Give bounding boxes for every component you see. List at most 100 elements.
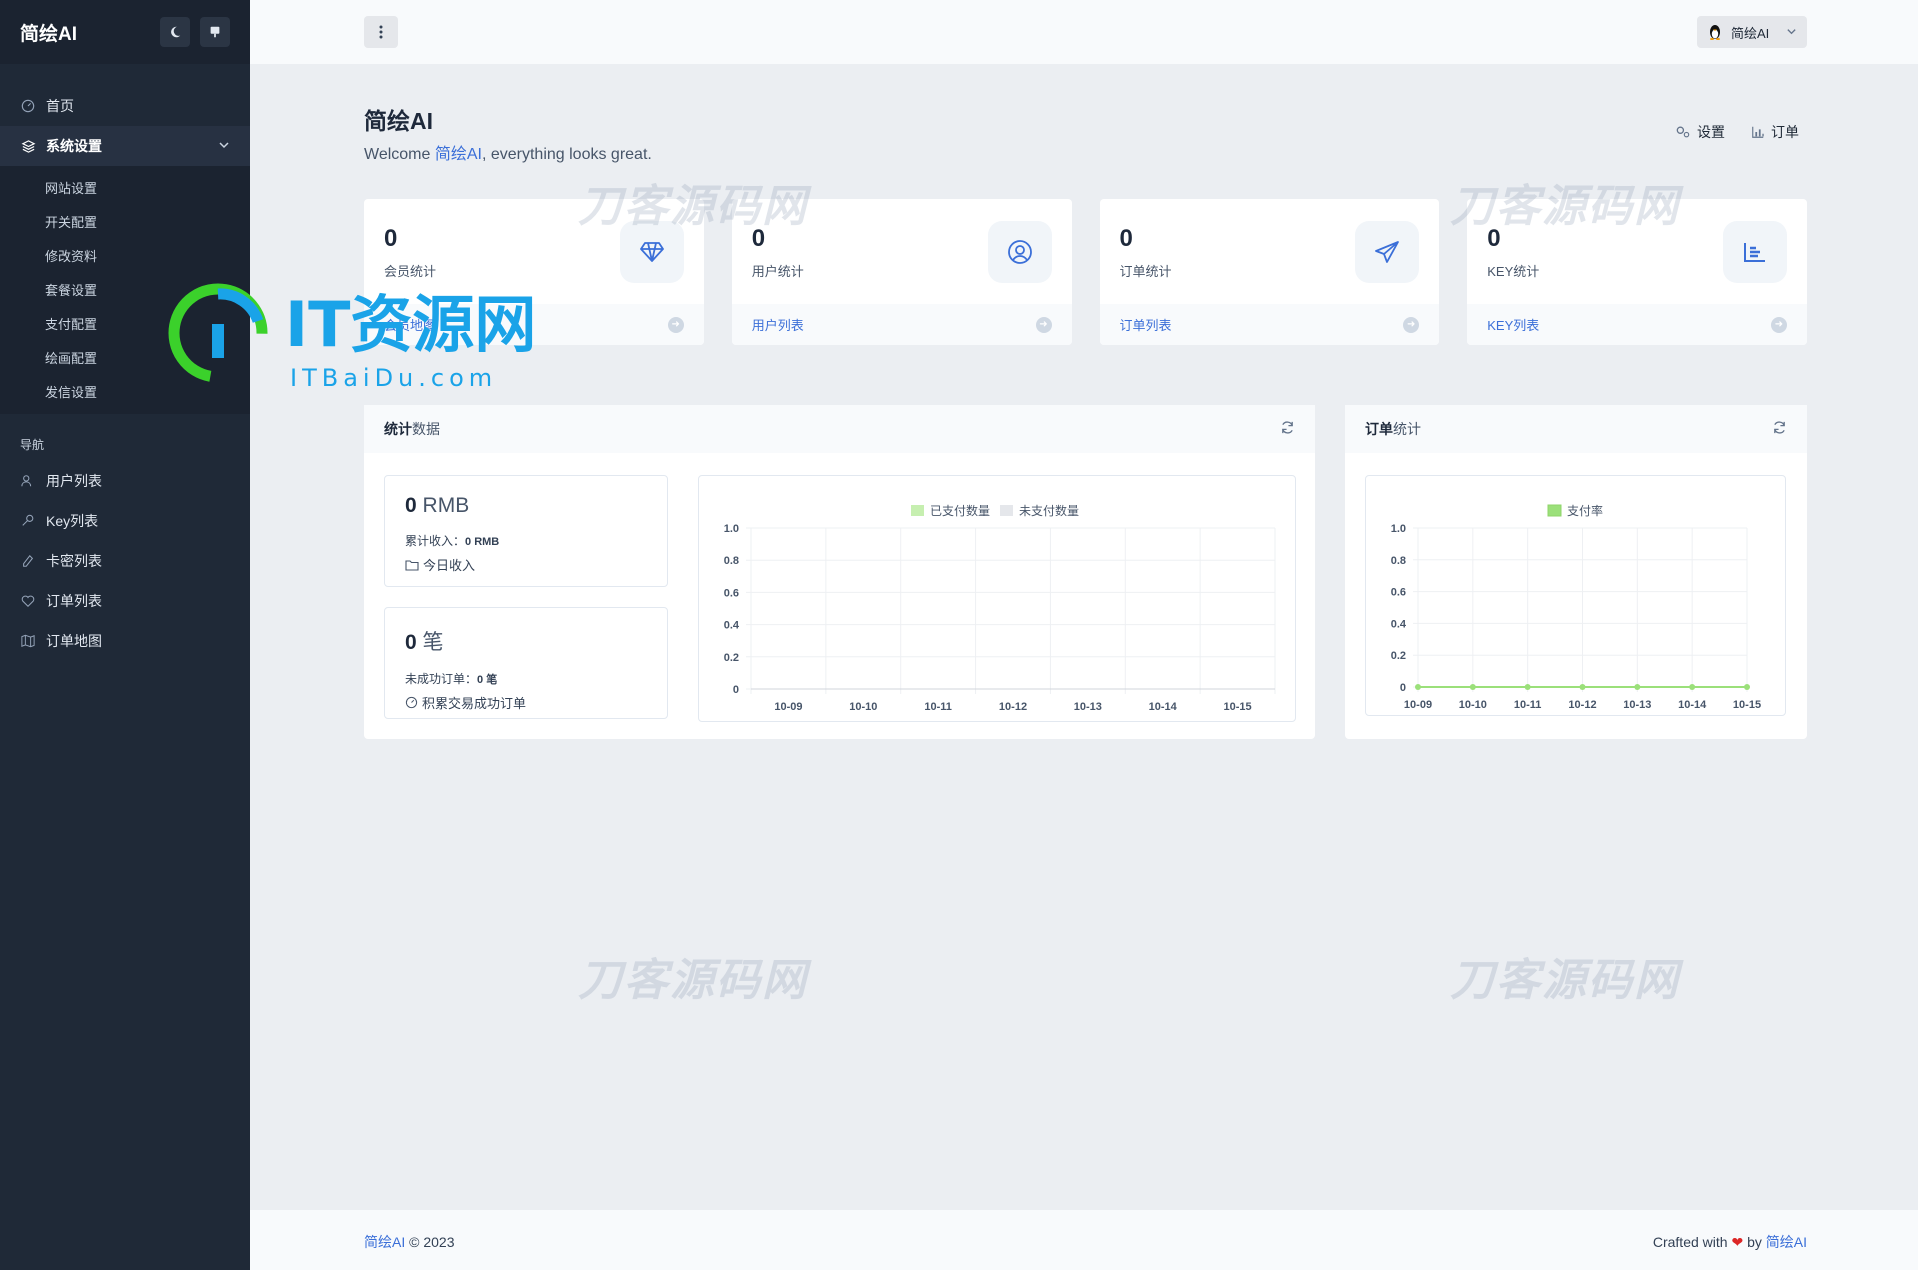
x-tick-label: 10-09 — [774, 701, 802, 713]
x-tick-label: 10-14 — [1678, 699, 1707, 711]
users-icon — [20, 473, 36, 489]
watermark-text: 刀客源码网 — [1450, 956, 1680, 1005]
orders-label: 订单 — [1771, 124, 1799, 140]
line-chart-container: 支付率 0 0.2 0.4 0.6 0.8 1.0 10-09 10-10 10-11 10-12 1… — [1365, 475, 1786, 716]
sidebar-item-label: 订单列表 — [46, 593, 102, 609]
revenue-today-label: 今日收入 — [423, 558, 476, 573]
panel-header: 统计 数据 — [364, 405, 1315, 453]
x-tick-label: 10-12 — [999, 701, 1027, 713]
data-point — [1524, 684, 1531, 690]
x-tick-label: 10-15 — [1224, 701, 1252, 713]
brand-logo[interactable]: 简绘AI — [20, 19, 150, 46]
y-tick-label: 1.0 — [1391, 523, 1406, 535]
chevron-down-icon — [1786, 25, 1797, 40]
sidebar-nav-heading: 导航 — [20, 438, 45, 452]
penguin-avatar-icon — [1710, 25, 1720, 40]
footer-by: by — [1743, 1234, 1766, 1250]
more-menu-button[interactable] — [364, 16, 398, 48]
panel-title-rest: 统计 — [1393, 421, 1421, 437]
sidebar-item-keys[interactable]: Key列表 — [0, 501, 250, 541]
user-circle-icon — [987, 221, 1052, 283]
failed-value: 0 笔 — [477, 674, 498, 686]
sidebar-subitem-switches[interactable]: 开关配置 — [0, 204, 250, 238]
stat-label: 用户统计 — [751, 264, 804, 279]
chevron-down-icon — [218, 138, 230, 154]
sidebar-item-label: 订单地图 — [46, 633, 102, 649]
revenue-unit: RMB — [422, 494, 470, 517]
revenue-value: 0 — [405, 494, 417, 517]
gauge-icon — [405, 696, 418, 709]
chart-bars-icon — [1723, 221, 1787, 283]
sidebar-item-cards[interactable]: 卡密列表 — [0, 541, 250, 581]
y-tick-label: 0 — [733, 684, 739, 696]
y-tick-label: 0.8 — [1391, 555, 1406, 567]
stat-card-footer[interactable]: KEY列表 ➜ — [1467, 304, 1807, 345]
success-orders: 积累交易成功订单 — [405, 693, 647, 712]
dark-mode-toggle[interactable] — [160, 17, 190, 47]
y-tick-label: 0.2 — [1391, 650, 1406, 662]
x-tick-label: 10-10 — [1459, 699, 1487, 711]
sidebar-item-label: Key列表 — [46, 513, 99, 529]
y-tick-label: 0.6 — [724, 587, 739, 599]
stat-value: 0 — [384, 225, 398, 252]
line-chart: 支付率 0 0.2 0.4 0.6 0.8 1.0 10-09 10-10 10-11 10-12 1… — [1391, 503, 1761, 711]
dashboard-icon — [20, 98, 36, 114]
x-tick-label: 10-11 — [924, 701, 952, 713]
sidebar-header: 简绘AI — [0, 0, 250, 64]
legend-swatch — [1000, 505, 1013, 516]
revenue-total: 累计收入：0 RMB — [405, 532, 647, 549]
sidebar-item-order-map[interactable]: 订单地图 — [0, 621, 250, 661]
theme-button[interactable] — [200, 17, 230, 47]
gears-icon — [1676, 126, 1690, 138]
orders-amount: 0 笔 — [405, 626, 647, 656]
y-tick-label: 0.2 — [724, 652, 739, 664]
data-point — [1744, 684, 1750, 690]
it-resource-watermark-logo: IT资源网 ITBaiDu.com — [168, 283, 536, 391]
stat-card-footer[interactable]: 用户列表 ➜ — [731, 304, 1072, 345]
stat-label: 订单统计 — [1119, 264, 1172, 279]
footer-brand-link[interactable]: 简绘AI — [364, 1234, 405, 1250]
footer-author-link[interactable]: 简绘AI — [1766, 1234, 1807, 1250]
stat-link[interactable]: 用户列表 — [752, 315, 804, 334]
y-tick-label: 0.4 — [724, 620, 740, 632]
refresh-icon[interactable] — [1772, 420, 1787, 438]
stat-card-orders: 0 订单统计 订单列表 ➜ — [1099, 199, 1440, 345]
stat-card-footer[interactable]: 订单列表 ➜ — [1099, 304, 1440, 345]
legend-swatch — [911, 505, 924, 516]
paper-plane-icon — [1355, 221, 1420, 283]
heart-icon — [20, 593, 36, 609]
x-tick-label: 10-11 — [1514, 699, 1542, 711]
sidebar-item-users[interactable]: 用户列表 — [0, 461, 250, 501]
x-tick-label: 10-13 — [1074, 701, 1102, 713]
sidebar-subitem-website[interactable]: 网站设置 — [0, 170, 250, 204]
orders-value: 0 — [405, 631, 417, 654]
sidebar-item-orders[interactable]: 订单列表 — [0, 581, 250, 621]
bar-chart-container: 已支付数量 未支付数量 0 0.2 0.4 0.6 0.8 1.0 10-09 10-10 10-1… — [698, 475, 1296, 722]
brush-icon — [210, 26, 220, 38]
sidebar-item-system-settings[interactable]: 系统设置 — [0, 126, 250, 166]
stat-label: KEY统计 — [1487, 264, 1540, 279]
x-tick-label: 10-15 — [1733, 699, 1761, 711]
data-point — [1415, 684, 1421, 690]
it-logo-title: IT资源网 — [285, 288, 536, 361]
orders-action[interactable]: 订单 — [1751, 122, 1799, 142]
sidebar-item-home[interactable]: 首页 — [0, 86, 250, 126]
order-stats-panel: 订单 统计 支付率 0 0.2 0.4 0.6 0.8 1.0 10-09 10-10 10-11 1… — [1345, 405, 1807, 739]
settings-action[interactable]: 设置 — [1675, 122, 1725, 142]
user-menu-button[interactable]: 简绘AI — [1697, 16, 1807, 48]
y-tick-label: 0 — [1400, 682, 1406, 694]
sidebar-subitem-profile[interactable]: 修改资料 — [0, 238, 250, 272]
y-tick-label: 0.8 — [724, 555, 739, 567]
stat-link[interactable]: 订单列表 — [1120, 315, 1172, 334]
refresh-icon[interactable] — [1280, 420, 1295, 438]
legend-label: 支付率 — [1567, 503, 1603, 518]
stat-link[interactable]: KEY列表 — [1487, 315, 1539, 334]
user-name: 简绘AI — [1731, 25, 1770, 41]
panel-title-rest: 数据 — [412, 421, 440, 437]
bar-chart: 已支付数量 未支付数量 0 0.2 0.4 0.6 0.8 1.0 10-09 10-10 10-1… — [724, 503, 1276, 713]
y-tick-label: 0.4 — [1391, 618, 1407, 630]
welcome-name-link[interactable]: 简绘AI — [435, 146, 482, 163]
footer-copyright: © 2023 — [405, 1234, 455, 1250]
failed-orders: 未成功订单：0 笔 — [405, 670, 647, 687]
panel-title-bold: 统计 — [384, 421, 412, 437]
